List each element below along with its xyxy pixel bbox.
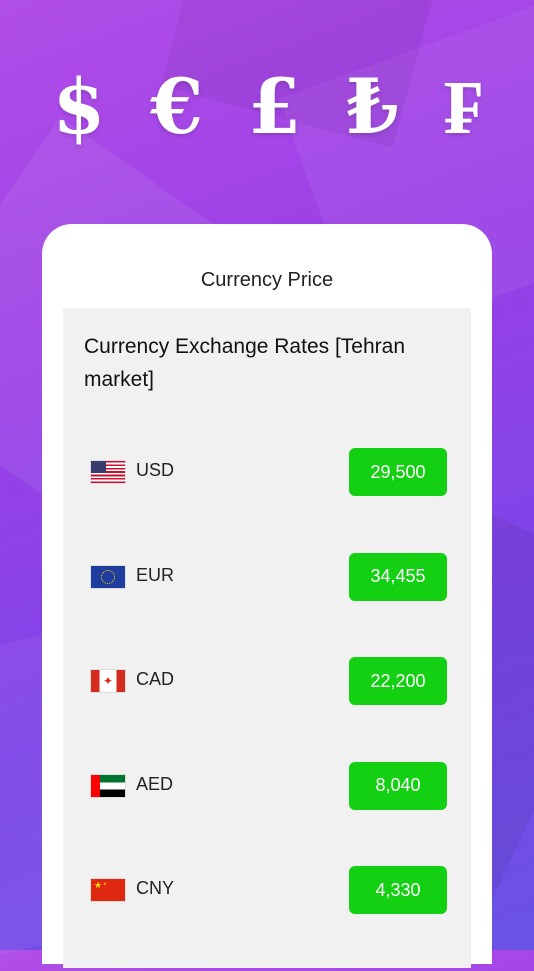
eu-flag-icon [91,565,125,588]
currency-row-cny[interactable]: ★ ★ CNY 4,330 [63,866,471,914]
price-badge[interactable]: 22,200 [349,657,447,705]
currency-row-cad[interactable]: ✦ CAD 22,200 [63,657,471,705]
currency-symbols-banner: $ € £ ₺ ₣ [0,62,534,152]
currency-list: USD 29,500 EUR 34,455 ✦ CAD 22,200 AED 8… [63,448,471,971]
rates-heading: Currency Exchange Rates [Tehran market] [84,335,405,391]
currency-row-eur[interactable]: EUR 34,455 [63,552,471,601]
price-badge[interactable]: 8,040 [349,761,447,810]
lira-symbol: ₺ [345,62,399,151]
price-badge[interactable]: 4,330 [349,866,447,914]
price-badge[interactable]: 34,455 [349,552,447,601]
currency-code: AED [136,773,174,794]
currency-code: CAD [136,669,175,689]
currency-row-aed[interactable]: AED 8,040 [63,761,471,810]
us-flag-icon [91,461,125,483]
dollar-symbol: $ [52,62,106,151]
euro-symbol: € [150,62,204,151]
price-badge[interactable]: 29,500 [349,448,447,496]
china-flag-icon: ★ ★ [91,879,125,901]
franc-symbol: ₣ [443,62,482,151]
page-title: Currency Price [200,269,334,291]
currency-code: USD [136,460,175,480]
uae-flag-icon [91,774,125,797]
canada-flag-icon: ✦ [91,670,125,692]
currency-code: CNY [136,878,175,898]
currency-code: EUR [136,564,175,585]
currency-row-usd[interactable]: USD 29,500 [63,448,471,496]
currency-card: Currency Price Currency Exchange Rates [… [42,224,492,968]
rates-panel: Currency Exchange Rates [Tehran market] … [63,308,471,968]
pound-symbol: £ [247,62,301,151]
